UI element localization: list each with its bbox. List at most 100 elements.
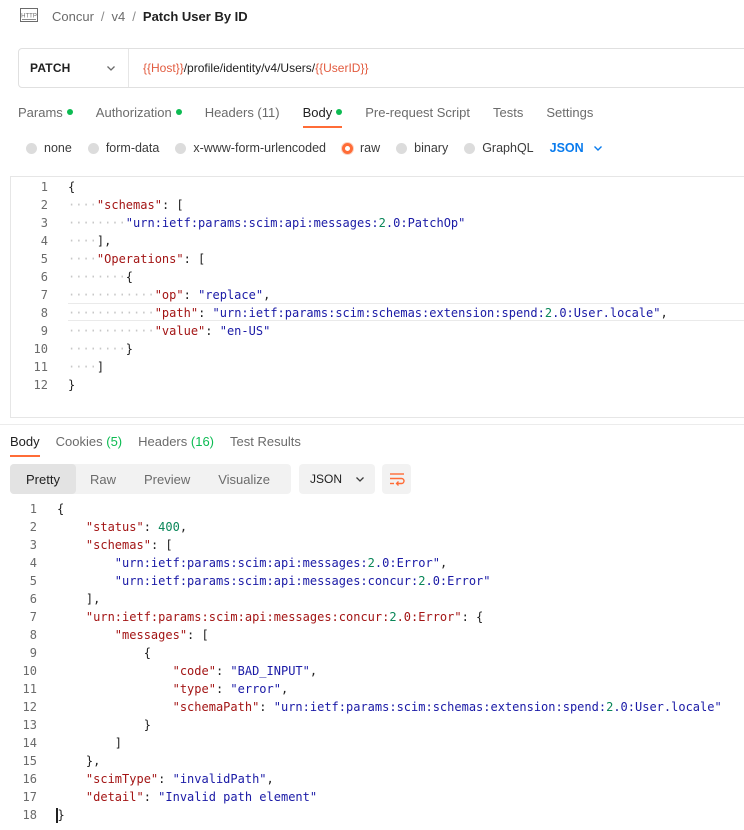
chevron-down-icon (593, 146, 602, 151)
code-text: "type": "error", (172, 682, 289, 696)
code-text: { (57, 502, 65, 516)
view-raw[interactable]: Raw (76, 464, 130, 494)
line-number: 17 (22, 790, 37, 804)
code-text: ] (57, 736, 123, 750)
url-input[interactable]: {{Host}}/profile/identity/v4/Users/{{Use… (129, 61, 368, 75)
tab-body[interactable]: Body (302, 102, 343, 128)
request-body-editor[interactable]: 1{2 ····"schemas": [3 ········"urn:ietf:pa… (10, 176, 744, 418)
tab-pre-request-script[interactable]: Pre-request Script (365, 102, 470, 122)
radio-button[interactable] (175, 142, 187, 154)
mode-urlencoded[interactable]: x-www-form-urlencoded (175, 141, 326, 155)
tab-authorization[interactable]: Authorization (96, 102, 182, 122)
breadcrumb-collection[interactable]: Concur (52, 9, 94, 24)
line-number: 7 (29, 610, 37, 624)
line-number: 3 (29, 538, 37, 552)
line-number: 10 (33, 342, 48, 356)
request-tabs: Params Authorization Headers (11) Body P… (18, 102, 616, 128)
line-number: 2 (40, 198, 48, 212)
code-line: 6 ], (0, 590, 744, 608)
line-number: 1 (29, 502, 37, 516)
tab-headers[interactable]: Headers (11) (205, 102, 280, 122)
code-line: 17 "detail": "Invalid path element" (0, 788, 744, 806)
code-line: 1{ (0, 500, 744, 518)
breadcrumb: HTTP Concur / v4 / Patch User By ID (20, 8, 248, 24)
tab-test-results[interactable]: Test Results (230, 431, 301, 451)
active-indicator-dot (66, 109, 73, 115)
pane-divider[interactable] (0, 424, 744, 425)
code-text: ············"path": "urn:ietf:params:sci… (68, 306, 668, 320)
code-text: { (68, 180, 76, 194)
code-text: "urn:ietf:params:scim:api:messages:2.0:E… (114, 556, 448, 570)
code-text: "schemaPath": "urn:ietf:params:scim:sche… (172, 700, 722, 714)
code-line: 9 ············"value": "en-US" (11, 322, 744, 340)
request-name[interactable]: Patch User By ID (143, 9, 248, 24)
line-number: 9 (29, 646, 37, 660)
tab-settings[interactable]: Settings (546, 102, 593, 122)
radio-button[interactable] (464, 142, 476, 154)
tab-params[interactable]: Params (18, 102, 73, 122)
url-path: /profile/identity/v4/Users/ (183, 61, 316, 75)
url-userid-variable: {{UserID}} (315, 61, 369, 75)
line-number: 13 (22, 718, 37, 732)
code-text: "code": "BAD_INPUT", (172, 664, 318, 678)
code-line: 13 } (0, 716, 744, 734)
view-visualize[interactable]: Visualize (204, 464, 284, 494)
breadcrumb-folder[interactable]: v4 (112, 9, 126, 24)
code-text: ····"schemas": [ (68, 198, 184, 212)
code-text: ········} (68, 342, 134, 356)
code-text: ····"Operations": [ (68, 252, 206, 266)
line-number: 9 (40, 324, 48, 338)
code-text: "urn:ietf:params:scim:api:messages:concu… (114, 574, 491, 588)
tab-tests[interactable]: Tests (493, 102, 523, 122)
view-preview[interactable]: Preview (130, 464, 204, 494)
code-line: 9 { (0, 644, 744, 662)
code-text: } (56, 808, 65, 823)
view-pretty[interactable]: Pretty (10, 464, 76, 494)
code-line: 4 "urn:ietf:params:scim:api:messages:2.0… (0, 554, 744, 572)
line-number: 12 (33, 378, 48, 392)
mode-raw[interactable]: raw (342, 141, 380, 155)
code-text: }, (57, 754, 101, 768)
response-view-switcher: Pretty Raw Preview Visualize (10, 464, 291, 494)
active-indicator-dot (175, 109, 182, 115)
radio-button[interactable] (26, 142, 37, 154)
mode-graphql[interactable]: GraphQL (464, 141, 534, 155)
response-body-viewer[interactable]: 1{2 "status": 400, 3 "schemas": [4 "urn:i… (0, 500, 744, 830)
code-text: { (57, 646, 151, 660)
code-line: 2 ····"schemas": [ (11, 196, 744, 214)
active-indicator-dot (336, 109, 343, 115)
line-number: 3 (40, 216, 48, 230)
body-format-select[interactable]: JSON (550, 141, 603, 155)
code-text: } (57, 718, 151, 732)
code-text: "status": 400, (85, 520, 188, 534)
code-line: 18} (0, 806, 744, 824)
radio-button[interactable] (396, 142, 408, 154)
code-line: 8 "messages": [ (0, 626, 744, 644)
line-number: 6 (40, 270, 48, 284)
tab-cookies[interactable]: Cookies (5) (56, 431, 122, 451)
code-text: "urn:ietf:params:scim:api:messages:concu… (85, 610, 484, 624)
code-text: ············"value": "en-US" (68, 324, 271, 338)
code-line: 2 "status": 400, (0, 518, 744, 536)
line-number: 12 (22, 700, 37, 714)
code-line: 5 "urn:ietf:params:scim:api:messages:con… (0, 572, 744, 590)
code-text: } (68, 378, 76, 392)
code-line: 10 "code": "BAD_INPUT", (0, 662, 744, 680)
method-label: PATCH (30, 61, 71, 75)
line-number: 16 (22, 772, 37, 786)
line-number: 11 (33, 360, 48, 374)
wrap-lines-button[interactable] (382, 464, 411, 494)
method-select[interactable]: PATCH (19, 49, 129, 87)
tab-response-headers[interactable]: Headers (16) (138, 431, 214, 451)
code-line: 12 "schemaPath": "urn:ietf:params:scim:s… (0, 698, 744, 716)
response-format-select[interactable]: JSON (299, 464, 375, 494)
code-text: ········{ (68, 270, 134, 284)
mode-form-data[interactable]: form-data (87, 141, 159, 155)
radio-button-selected[interactable] (342, 142, 353, 154)
radio-button[interactable] (87, 142, 99, 154)
mode-binary[interactable]: binary (396, 141, 448, 155)
code-text: "messages": [ (114, 628, 209, 642)
mode-none[interactable]: none (26, 141, 72, 155)
url-bar: PATCH {{Host}}/profile/identity/v4/Users… (18, 48, 744, 88)
tab-response-body[interactable]: Body (10, 431, 40, 457)
